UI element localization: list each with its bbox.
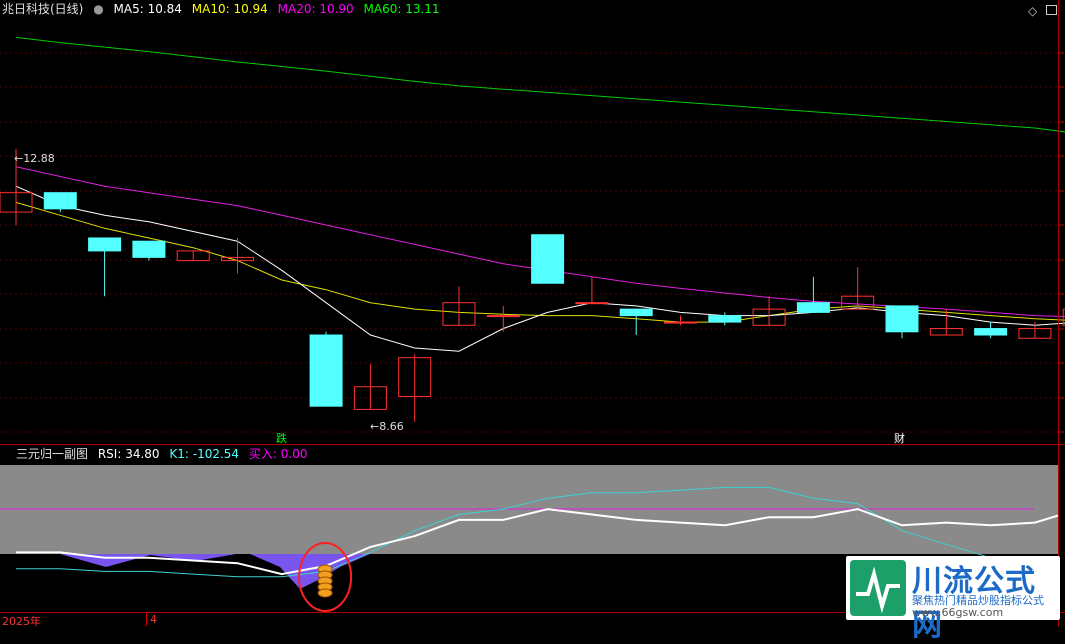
- diamond-icon[interactable]: ◇: [1028, 4, 1037, 18]
- candle-body: [796, 302, 830, 313]
- buy-label: 买入: 0.00: [248, 447, 308, 461]
- k1-label: K1: -102.54: [169, 447, 240, 461]
- ma10-label: MA10: 10.94: [191, 2, 268, 16]
- candle-body: [885, 305, 919, 333]
- candle-body: [708, 315, 742, 323]
- candle-body: [575, 302, 609, 305]
- marker-die: 跌: [276, 432, 287, 445]
- watermark-url: www.66gsw.com: [912, 606, 1004, 619]
- ma5-label: MA5: 10.84: [113, 2, 182, 16]
- sub-chart-header: 三元归一副图 RSI: 34.80 K1: -102.54 买入: 0.00: [0, 445, 313, 463]
- arrow-left-icon: ←: [14, 152, 24, 165]
- candle-body: [309, 334, 343, 407]
- ma60-line: [15, 36, 1065, 133]
- dot-icon: ●: [93, 2, 104, 16]
- rsi-label: RSI: 34.80: [97, 447, 160, 461]
- high-price-label: ←12.88: [14, 152, 55, 165]
- marker-cai: 财: [894, 432, 905, 445]
- stock-title[interactable]: 兆日科技(日线): [2, 2, 83, 16]
- price-chart[interactable]: [0, 18, 1065, 445]
- low-value: 8.66: [379, 420, 404, 433]
- low-price-label: ←8.66: [370, 420, 404, 433]
- candle-body: [531, 234, 565, 284]
- candle-body: [664, 321, 697, 324]
- right-axis-line: [1058, 0, 1059, 627]
- candle-body: [132, 240, 166, 258]
- candle-body: [43, 192, 77, 210]
- high-value: 12.88: [23, 152, 55, 165]
- month-tick: [146, 612, 147, 626]
- maximize-icon[interactable]: [1046, 5, 1057, 15]
- sub-title[interactable]: 三元归一副图: [16, 447, 88, 461]
- arrow-left-icon: ←: [370, 420, 380, 433]
- candle-body: [88, 237, 122, 252]
- month-label: 4: [150, 613, 157, 626]
- main-chart-header: 兆日科技(日线) ● MA5: 10.84 MA10: 10.94 MA20: …: [0, 0, 446, 18]
- watermark-logo: 川流公式网 聚焦热门精品炒股指标公式 www.66gsw.com: [846, 556, 1060, 643]
- candle-body: [974, 328, 1008, 336]
- volume-area: [16, 554, 370, 589]
- candle-body: [619, 308, 653, 317]
- candle-body: [486, 315, 520, 318]
- logo-icon: [850, 560, 906, 616]
- ma60-label: MA60: 13.11: [363, 2, 440, 16]
- buy-signal-coin-icon: [317, 588, 333, 598]
- ma20-label: MA20: 10.90: [277, 2, 354, 16]
